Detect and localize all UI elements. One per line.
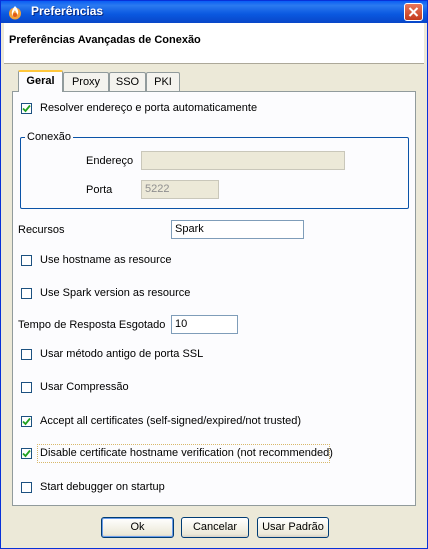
accept-certificates-checkbox[interactable] <box>21 416 32 427</box>
debugger-checkbox[interactable] <box>21 482 32 493</box>
old-ssl-checkbox[interactable] <box>21 349 32 360</box>
timeout-label: Tempo de Resposta Esgotado <box>18 319 166 331</box>
hostname-resource-label: Use hostname as resource <box>40 254 172 266</box>
auto-resolve-label: Resolver endereço e porta automaticament… <box>40 102 258 114</box>
address-field[interactable] <box>141 151 345 170</box>
hostname-resource-checkbox[interactable] <box>21 255 32 266</box>
spark-version-resource-checkbox[interactable] <box>21 288 32 299</box>
old-ssl-label: Usar método antigo de porta SSL <box>40 348 204 360</box>
compression-label: Usar Compressão <box>40 381 129 393</box>
disable-hostname-verification-label: Disable certificate hostname verificatio… <box>40 447 333 459</box>
auto-resolve-checkbox[interactable] <box>21 103 32 114</box>
port-field[interactable]: 5222 <box>141 180 219 199</box>
check-icon <box>22 104 31 113</box>
spark-version-resource-label: Use Spark version as resource <box>40 287 191 299</box>
resource-field[interactable]: Spark <box>171 220 304 239</box>
check-icon <box>22 449 31 458</box>
debugger-label: Start debugger on startup <box>40 481 165 493</box>
compression-checkbox[interactable] <box>21 382 32 393</box>
resource-label: Recursos <box>18 224 65 236</box>
address-label: Endereço <box>86 155 134 167</box>
general-content: Resolver endereço e porta automaticament… <box>1 1 427 548</box>
connection-legend: Conexão <box>25 131 74 143</box>
disable-hostname-verification-checkbox[interactable] <box>21 448 32 459</box>
timeout-field[interactable]: 10 <box>171 315 238 334</box>
port-label: Porta <box>86 184 113 196</box>
check-icon <box>22 417 31 426</box>
accept-certificates-label: Accept all certificates (self-signed/exp… <box>40 415 302 427</box>
preferences-window: Preferências Preferências Avançadas de C… <box>0 0 428 549</box>
